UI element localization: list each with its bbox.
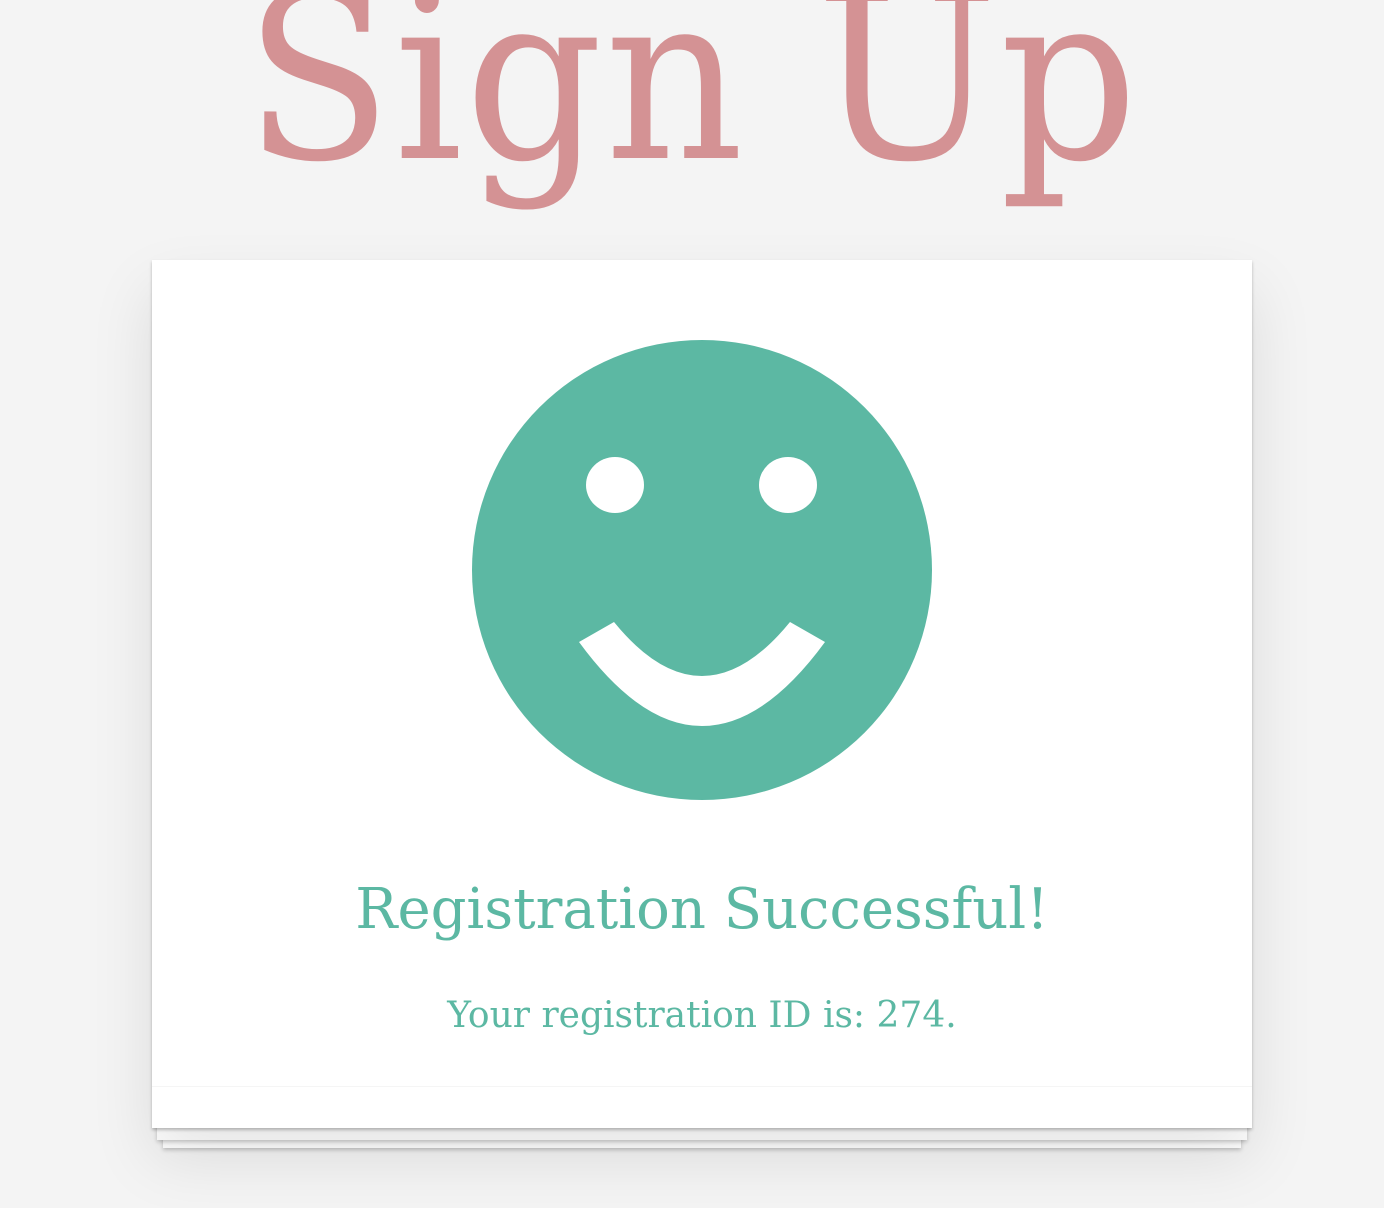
success-card: Registration Successful! Your registrati… xyxy=(152,260,1252,1128)
card-footer-divider xyxy=(152,1086,1252,1087)
smiley-face-icon xyxy=(472,340,932,800)
success-heading: Registration Successful! xyxy=(355,877,1049,942)
page-title: Sign Up xyxy=(244,0,1140,213)
registration-id-prefix: Your registration ID is: xyxy=(447,995,877,1036)
registration-id-value: 274 xyxy=(876,995,946,1036)
registration-id-suffix: . xyxy=(945,995,957,1036)
registration-id-message: Your registration ID is: 274. xyxy=(152,994,1252,1037)
